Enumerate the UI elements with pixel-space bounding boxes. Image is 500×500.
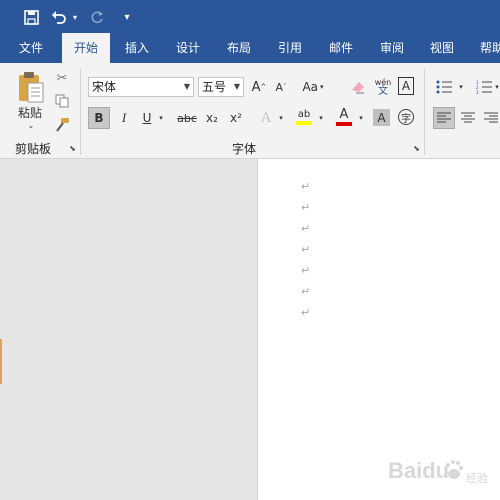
change-case-label: Aa — [302, 80, 319, 94]
paragraph-mark[interactable]: ↵ — [301, 201, 313, 215]
font-size-combo[interactable]: 五号 ▼ — [198, 77, 244, 97]
tab-layout[interactable]: 布局 — [218, 33, 260, 63]
tab-home[interactable]: 开始 — [62, 33, 110, 64]
change-case-button[interactable]: Aa ▾ — [300, 77, 326, 97]
underline-dropdown-icon[interactable]: ▾ — [156, 107, 166, 129]
svg-text:3: 3 — [476, 90, 479, 94]
left-edge-accent — [0, 339, 2, 384]
tab-mailings[interactable]: 邮件 — [320, 33, 362, 63]
tab-view[interactable]: 视图 — [420, 33, 464, 63]
bullets-dropdown-icon[interactable]: ▾ — [456, 77, 466, 97]
highlight-dropdown-icon[interactable]: ▾ — [316, 107, 326, 129]
tab-references[interactable]: 引用 — [268, 33, 312, 63]
clipboard-dialog-launcher-icon[interactable]: ⬊ — [68, 144, 77, 153]
font-color-dropdown-icon[interactable]: ▾ — [356, 107, 366, 129]
highlight-color-bar — [296, 121, 312, 125]
paste-icon[interactable] — [14, 69, 48, 105]
redo-icon[interactable] — [88, 6, 106, 28]
subscript-button[interactable]: x₂ — [202, 107, 222, 129]
underline-button[interactable]: U — [138, 107, 156, 129]
title-bar: ▾ ▾ — [0, 0, 500, 33]
tab-file[interactable]: 文件 — [8, 33, 54, 63]
strikethrough-button[interactable]: abc — [175, 107, 199, 129]
text-effects-dropdown-icon[interactable]: ▾ — [276, 107, 286, 129]
format-painter-icon[interactable] — [52, 115, 72, 135]
italic-button[interactable]: I — [114, 107, 134, 129]
paste-dropdown-icon[interactable]: ⌄ — [25, 120, 37, 130]
paste-button-label[interactable]: 粘贴 — [12, 104, 48, 120]
grow-font-icon[interactable]: A ^ — [250, 77, 268, 97]
undo-icon[interactable] — [50, 6, 68, 28]
font-group-label: 字体 — [232, 142, 257, 156]
paragraph-mark[interactable]: ↵ — [301, 180, 313, 194]
phonetic-bottom: 文 — [378, 86, 388, 97]
font-color-glyph: A — [339, 107, 349, 122]
ribbon-tabs: 文件 开始 插入 设计 布局 引用 邮件 审阅 视图 帮助 — [0, 33, 500, 64]
tab-help[interactable]: 帮助 — [472, 33, 500, 63]
clear-formatting-icon[interactable] — [348, 77, 368, 97]
highlight-icon[interactable]: ab — [294, 105, 314, 129]
shrink-font-icon[interactable]: Aˇ — [272, 77, 290, 97]
ribbon: 粘贴 ⌄ ✂ 剪贴板 ⬊ 宋体 ▼ 五号 ▼ A ^ Aˇ Aa ▾ wén 文 A… — [0, 63, 500, 159]
enclose-characters-icon[interactable]: 字 — [398, 109, 414, 125]
customize-quick-access-icon[interactable]: ▾ — [120, 6, 134, 28]
tab-design[interactable]: 设计 — [166, 33, 210, 63]
paragraph-mark[interactable]: ↵ — [301, 222, 313, 236]
group-separator — [80, 69, 81, 155]
font-color-icon[interactable]: A — [334, 105, 354, 129]
font-dialog-launcher-icon[interactable]: ⬊ — [412, 144, 421, 153]
paragraph-mark[interactable]: ↵ — [301, 306, 313, 320]
font-color-bar — [336, 122, 352, 126]
watermark-sub: 经验 — [466, 471, 488, 485]
document-canvas — [0, 159, 257, 500]
copy-icon[interactable] — [52, 91, 72, 111]
superscript-button[interactable]: x² — [226, 107, 246, 129]
align-left-icon[interactable] — [433, 107, 455, 129]
watermark-brand: Baidu — [388, 458, 449, 483]
font-name-value: 宋体 — [92, 80, 117, 94]
font-name-combo[interactable]: 宋体 ▼ — [88, 77, 194, 97]
chevron-down-icon: ▼ — [233, 82, 240, 91]
paragraph-mark[interactable]: ↵ — [301, 243, 313, 257]
text-effects-icon[interactable]: A — [256, 107, 276, 129]
chevron-down-icon: ▼ — [183, 82, 190, 91]
bullets-icon[interactable] — [434, 77, 454, 97]
group-separator — [424, 69, 425, 155]
paragraph-mark[interactable]: ↵ — [301, 264, 313, 278]
numbering-icon[interactable]: 123 — [474, 77, 494, 97]
align-center-icon[interactable] — [458, 107, 478, 129]
tab-insert[interactable]: 插入 — [116, 33, 158, 63]
character-shading-icon[interactable]: A — [373, 109, 390, 126]
highlight-pen-glyph: ab — [297, 109, 311, 120]
phonetic-guide-icon[interactable]: wén 文 — [373, 75, 393, 99]
undo-dropdown-icon[interactable]: ▾ — [70, 6, 80, 28]
save-icon[interactable] — [20, 6, 42, 28]
font-size-value: 五号 — [202, 80, 227, 94]
clipboard-group-label: 剪贴板 — [15, 142, 52, 156]
align-right-icon[interactable] — [481, 107, 500, 129]
character-border-icon[interactable]: A — [398, 77, 414, 95]
bold-button[interactable]: B — [88, 107, 110, 129]
numbering-dropdown-icon[interactable]: ▾ — [494, 77, 500, 97]
cut-icon[interactable]: ✂ — [52, 68, 72, 88]
tab-review[interactable]: 审阅 — [370, 33, 414, 63]
baidu-watermark-logo: Baidu 经验 — [386, 448, 494, 492]
chevron-down-icon: ▾ — [320, 83, 324, 91]
paragraph-mark[interactable]: ↵ — [301, 285, 313, 299]
